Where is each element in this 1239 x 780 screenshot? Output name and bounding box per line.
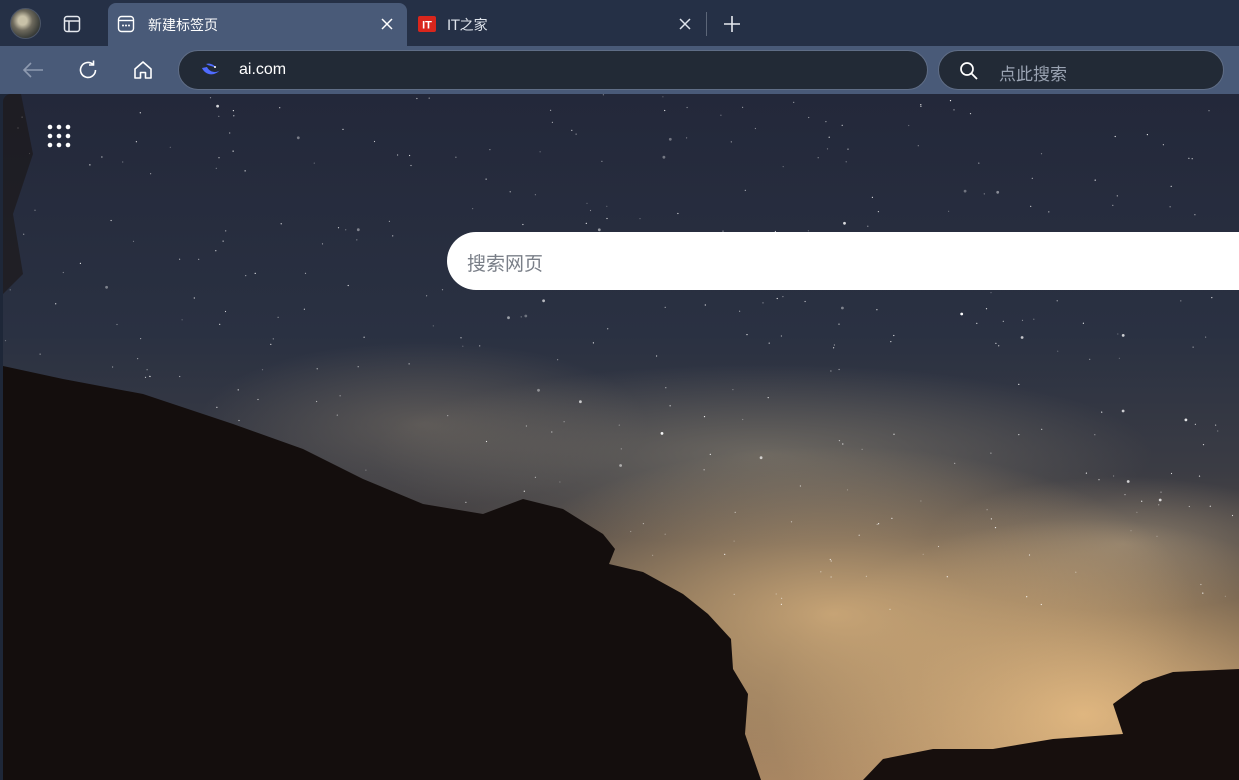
- tab-ithome[interactable]: IT IT之家: [409, 3, 705, 46]
- tab-strip: 新建标签页 IT IT之家: [0, 0, 1239, 46]
- back-button[interactable]: [16, 54, 50, 86]
- home-icon: [134, 61, 152, 79]
- search-icon: [960, 62, 978, 80]
- new-tab-page-icon: [117, 15, 135, 33]
- apps-launcher-button[interactable]: [47, 124, 71, 148]
- svg-text:IT: IT: [422, 20, 432, 32]
- url-text: ai.com: [239, 61, 287, 78]
- close-icon: [679, 18, 691, 30]
- plus-icon: [724, 15, 740, 32]
- reload-icon: [79, 60, 97, 79]
- tab-actions-icon: [63, 15, 81, 32]
- tab-title: IT之家: [447, 18, 488, 34]
- page-search-input[interactable]: 搜索网页: [447, 232, 1239, 290]
- browser-window: 新建标签页 IT IT之家 ai.com 点此搜索 搜索网页: [0, 0, 1239, 780]
- toolbar-search-placeholder: 点此搜索: [999, 65, 1067, 85]
- reload-button[interactable]: [71, 54, 105, 86]
- tab-separator: [706, 12, 707, 36]
- back-arrow-icon: [22, 62, 43, 78]
- tab-actions-button[interactable]: [55, 8, 89, 39]
- close-tab-button[interactable]: [379, 16, 395, 32]
- home-button[interactable]: [126, 54, 160, 86]
- close-tab-button[interactable]: [677, 16, 693, 32]
- tab-new-tab[interactable]: 新建标签页: [108, 3, 407, 46]
- new-tab-page: 搜索网页: [3, 94, 1239, 780]
- toolbar-search-box[interactable]: 点此搜索: [938, 50, 1224, 90]
- apps-grid-icon: [47, 124, 71, 148]
- ithome-favicon: IT: [418, 16, 436, 32]
- address-bar[interactable]: ai.com: [178, 50, 928, 90]
- tab-title: 新建标签页: [148, 18, 218, 34]
- page-search-placeholder: 搜索网页: [467, 253, 544, 275]
- new-tab-button[interactable]: [716, 8, 748, 39]
- profile-avatar[interactable]: [10, 8, 41, 39]
- navigation-toolbar: ai.com 点此搜索: [0, 46, 1239, 94]
- rock-silhouette: [3, 94, 1239, 780]
- close-icon: [381, 18, 393, 30]
- site-logo-icon: [202, 63, 220, 75]
